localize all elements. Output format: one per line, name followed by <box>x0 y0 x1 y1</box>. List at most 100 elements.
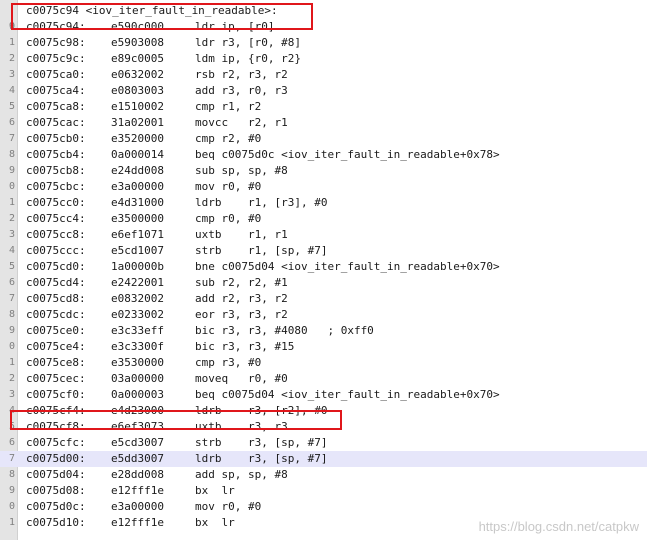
opcode-hex: 0a000014 <box>111 148 164 161</box>
code-text: c0075cc8: e6ef1071 uxtb r1, r1 <box>26 227 288 243</box>
instruction-text: bne c0075d04 <iov_iter_fault_in_readable… <box>195 260 500 273</box>
instruction-address: c0075ca4: <box>26 84 86 97</box>
code-line[interactable]: 0 c0075d0c: e3a00000 mov r0, #0 <box>0 499 647 515</box>
code-line[interactable]: 9 c0075cb8: e24dd008 sub sp, sp, #8 <box>0 163 647 179</box>
instruction-address: c0075d08: <box>26 484 86 497</box>
code-line[interactable]: 0 c0075ce4: e3c3300f bic r3, r3, #15 <box>0 339 647 355</box>
line-number: 3 <box>8 389 15 400</box>
opcode-hex: e3c3300f <box>111 340 164 353</box>
instruction-text: cmp r1, r2 <box>195 100 262 113</box>
code-line[interactable]: 1 c0075ce8: e3530000 cmp r3, #0 <box>0 355 647 371</box>
line-number: 9 <box>8 485 15 496</box>
code-line[interactable]: 9 c0075d08: e12fff1e bx lr <box>0 483 647 499</box>
code-text: c0075ca4: e0803003 add r3, r0, r3 <box>26 83 288 99</box>
code-line[interactable]: 7 c0075d00: e5dd3007 ldrb r3, [sp, #7] <box>0 451 647 467</box>
instruction-text: cmp r3, #0 <box>195 356 262 369</box>
code-line[interactable]: 0 c0075cbc: e3a00000 mov r0, #0 <box>0 179 647 195</box>
code-line[interactable]: 6 c0075cd4: e2422001 sub r2, r2, #1 <box>0 275 647 291</box>
instruction-text: sub r2, r2, #1 <box>195 276 288 289</box>
instruction-text: beq c0075d0c <iov_iter_fault_in_readable… <box>195 148 500 161</box>
instruction-text: cmp r2, #0 <box>195 132 262 145</box>
code-text: c0075cbc: e3a00000 mov r0, #0 <box>26 179 261 195</box>
code-line[interactable]: 6 c0075cfc: e5cd3007 strb r3, [sp, #7] <box>0 435 647 451</box>
opcode-hex: e5903008 <box>111 36 164 49</box>
line-number: 8 <box>8 149 15 160</box>
code-line[interactable]: 2 c0075c9c: e89c0005 ldm ip, {r0, r2} <box>0 51 647 67</box>
opcode-hex: 03a00000 <box>111 372 164 385</box>
code-text: c0075cac: 31a02001 movcc r2, r1 <box>26 115 288 131</box>
instruction-address: c0075ccc: <box>26 244 86 257</box>
line-number: 1 <box>8 197 15 208</box>
instruction-text: add r2, r3, r2 <box>195 292 288 305</box>
line-number: 3 <box>8 69 15 80</box>
opcode-hex: e3500000 <box>111 212 164 225</box>
annotation-box-ldrb-line <box>10 410 342 430</box>
instruction-address: c0075ce8: <box>26 356 86 369</box>
code-text: c0075d08: e12fff1e bx lr <box>26 483 235 499</box>
code-text: c0075cd4: e2422001 sub r2, r2, #1 <box>26 275 288 291</box>
code-line[interactable]: 9 c0075ce0: e3c33eff bic r3, r3, #4080 ; 0x… <box>0 323 647 339</box>
line-number: 8 <box>8 469 15 480</box>
code-line[interactable]: 2 c0075cec: 03a00000 moveq r0, #0 <box>0 371 647 387</box>
opcode-hex: e5cd1007 <box>111 244 164 257</box>
line-number: 5 <box>8 261 15 272</box>
code-line[interactable]: 4 c0075ccc: e5cd1007 strb r1, [sp, #7] <box>0 243 647 259</box>
line-number: 9 <box>8 325 15 336</box>
code-line[interactable]: 1 c0075c98: e5903008 ldr r3, [r0, #8] <box>0 35 647 51</box>
opcode-hex: e1510002 <box>111 100 164 113</box>
instruction-address: c0075cec: <box>26 372 86 385</box>
code-line[interactable]: 8 c0075cdc: e0233002 eor r3, r3, r2 <box>0 307 647 323</box>
code-line[interactable]: 4 c0075ca4: e0803003 add r3, r0, r3 <box>0 83 647 99</box>
instruction-text: movcc r2, r1 <box>195 116 288 129</box>
code-text: c0075ce0: e3c33eff bic r3, r3, #4080 ; 0xf… <box>26 323 374 339</box>
instruction-text: bx lr <box>195 516 235 529</box>
line-number: 6 <box>8 277 15 288</box>
annotation-box-function-label <box>11 3 313 30</box>
code-line[interactable]: 5 c0075cd0: 1a00000b bne c0075d04 <iov_iter… <box>0 259 647 275</box>
instruction-text: ldrb r3, [sp, #7] <box>195 452 328 465</box>
code-line[interactable]: 5 c0075ca8: e1510002 cmp r1, r2 <box>0 99 647 115</box>
opcode-hex: e24dd008 <box>111 164 164 177</box>
opcode-hex: e3a00000 <box>111 180 164 193</box>
instruction-address: c0075d10: <box>26 516 86 529</box>
code-text: c0075ce4: e3c3300f bic r3, r3, #15 <box>26 339 294 355</box>
instruction-text: add r3, r0, r3 <box>195 84 288 97</box>
code-line[interactable]: 6 c0075cac: 31a02001 movcc r2, r1 <box>0 115 647 131</box>
instruction-text: add sp, sp, #8 <box>195 468 288 481</box>
code-line[interactable]: 7 c0075cb0: e3520000 cmp r2, #0 <box>0 131 647 147</box>
instruction-address: c0075c98: <box>26 36 86 49</box>
code-text: c0075d10: e12fff1e bx lr <box>26 515 235 531</box>
line-number: 2 <box>8 53 15 64</box>
instruction-text: bic r3, r3, #4080 ; 0xff0 <box>195 324 374 337</box>
code-line[interactable]: 1 c0075cc0: e4d31000 ldrb r1, [r3], #0 <box>0 195 647 211</box>
code-text: c0075ccc: e5cd1007 strb r1, [sp, #7] <box>26 243 327 259</box>
opcode-hex: e12fff1e <box>111 484 164 497</box>
code-text: c0075cfc: e5cd3007 strb r3, [sp, #7] <box>26 435 327 451</box>
code-line[interactable]: 2 c0075cc4: e3500000 cmp r0, #0 <box>0 211 647 227</box>
instruction-address: c0075ce4: <box>26 340 86 353</box>
instruction-text: sub sp, sp, #8 <box>195 164 288 177</box>
code-editor[interactable]: 9 c0075c94 <iov_iter_fault_in_readable>:… <box>0 3 647 531</box>
opcode-hex: e3c33eff <box>111 324 164 337</box>
opcode-hex: e2422001 <box>111 276 164 289</box>
code-text: c0075d00: e5dd3007 ldrb r3, [sp, #7] <box>26 451 327 467</box>
code-line[interactable]: 3 c0075cc8: e6ef1071 uxtb r1, r1 <box>0 227 647 243</box>
code-line[interactable]: 3 c0075ca0: e0632002 rsb r2, r3, r2 <box>0 67 647 83</box>
opcode-hex: e0632002 <box>111 68 164 81</box>
code-text: c0075ca0: e0632002 rsb r2, r3, r2 <box>26 67 288 83</box>
instruction-address: c0075cd4: <box>26 276 86 289</box>
instruction-text: strb r1, [sp, #7] <box>195 244 328 257</box>
code-text: c0075cb0: e3520000 cmp r2, #0 <box>26 131 261 147</box>
instruction-address: c0075ca8: <box>26 100 86 113</box>
instruction-address: c0075d0c: <box>26 500 86 513</box>
instruction-address: c0075cfc: <box>26 436 86 449</box>
code-line[interactable]: 7 c0075cd8: e0832002 add r2, r3, r2 <box>0 291 647 307</box>
instruction-address: c0075cc4: <box>26 212 86 225</box>
code-text: c0075cb4: 0a000014 beq c0075d0c <iov_iter_… <box>26 147 500 163</box>
line-number: 0 <box>8 181 15 192</box>
code-line[interactable]: 3 c0075cf0: 0a000003 beq c0075d04 <iov_iter… <box>0 387 647 403</box>
line-number: 1 <box>8 357 15 368</box>
code-line[interactable]: 8 c0075cb4: 0a000014 beq c0075d0c <iov_iter… <box>0 147 647 163</box>
code-line[interactable]: 8 c0075d04: e28dd008 add sp, sp, #8 <box>0 467 647 483</box>
instruction-address: c0075cf0: <box>26 388 86 401</box>
